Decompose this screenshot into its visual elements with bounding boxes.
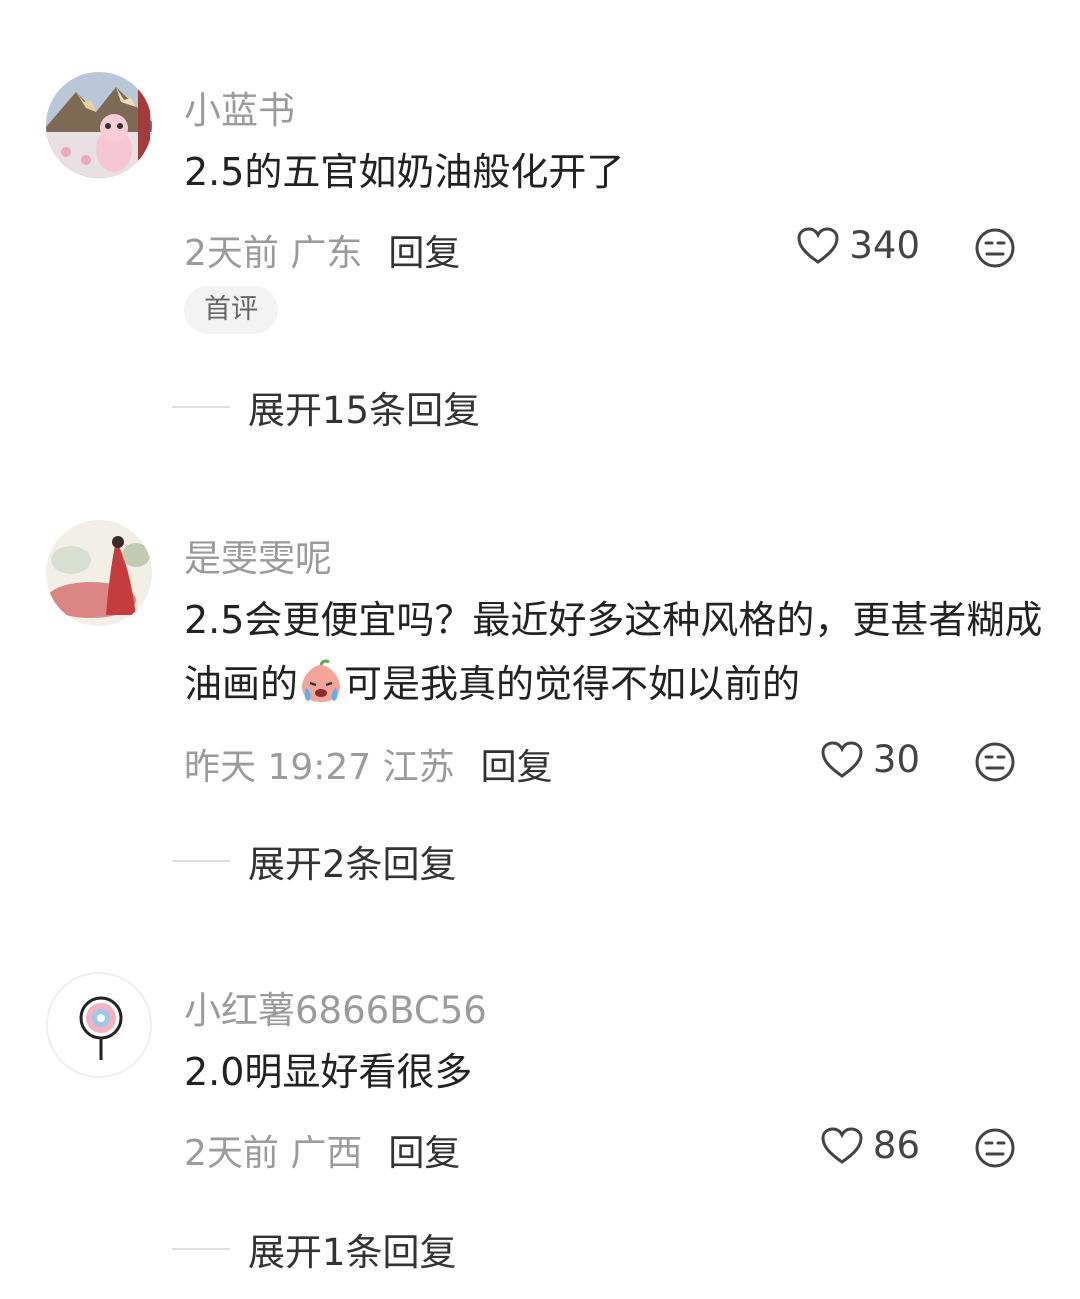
avatar-painting-image	[46, 520, 152, 626]
neutral-face-icon[interactable]	[974, 1127, 1016, 1169]
divider	[172, 1248, 230, 1250]
crying-peach-emoji	[302, 659, 341, 702]
like-count: 86	[872, 1124, 920, 1167]
username[interactable]: 小蓝书	[184, 80, 295, 134]
avatar-mountain-image	[46, 72, 152, 178]
expand-replies-button[interactable]: 展开15条回复	[172, 380, 480, 434]
avatar[interactable]	[46, 972, 152, 1078]
username[interactable]: 小红薯6866BC56	[184, 980, 487, 1034]
like-button[interactable]: 30	[821, 738, 920, 781]
reply-button[interactable]: 回复	[388, 233, 460, 274]
comment-text: 2.5的五官如奶油般化开了	[184, 150, 625, 194]
comment-text: 2.0明显好看很多	[184, 1050, 473, 1094]
comment-meta: 2天前 广东 回复	[184, 224, 460, 276]
reply-button[interactable]: 回复	[388, 1133, 460, 1174]
time-location: 昨天 19:27 江苏	[184, 747, 455, 788]
divider	[172, 860, 230, 862]
first-comment-badge: 首评	[184, 286, 278, 334]
comment-meta: 2天前 广西 回复	[184, 1124, 460, 1176]
username[interactable]: 是雯雯呢	[184, 528, 332, 582]
avatar[interactable]	[46, 72, 152, 178]
comment-text-part: 可是我真的觉得不如以前的	[344, 662, 801, 706]
divider	[172, 406, 230, 408]
expand-replies-label: 展开15条回复	[248, 389, 481, 432]
like-button[interactable]: 340	[797, 224, 920, 267]
expand-replies-label: 展开1条回复	[248, 1231, 457, 1274]
expand-replies-button[interactable]: 展开1条回复	[172, 1222, 457, 1276]
avatar-lollipop-image	[48, 974, 150, 1076]
expand-replies-label: 展开2条回复	[248, 843, 457, 886]
reply-button[interactable]: 回复	[481, 747, 553, 788]
like-count: 340	[849, 224, 920, 267]
expand-replies-button[interactable]: 展开2条回复	[172, 834, 457, 888]
comment-text: 2.5会更便宜吗？最近好多这种风格的，更甚者糊成油画的 可是我真的觉得不如以前的	[184, 588, 1044, 716]
time-location: 2天前 广东	[184, 233, 363, 274]
heart-outline-icon	[821, 740, 863, 778]
like-button[interactable]: 86	[821, 1124, 920, 1167]
time-location: 2天前 广西	[184, 1133, 363, 1174]
avatar[interactable]	[46, 520, 152, 626]
like-count: 30	[872, 738, 920, 781]
neutral-face-icon[interactable]	[974, 741, 1016, 783]
neutral-face-icon[interactable]	[974, 227, 1016, 269]
heart-outline-icon	[797, 226, 839, 264]
heart-outline-icon	[821, 1126, 863, 1164]
comment-meta: 昨天 19:27 江苏 回复	[184, 738, 553, 790]
